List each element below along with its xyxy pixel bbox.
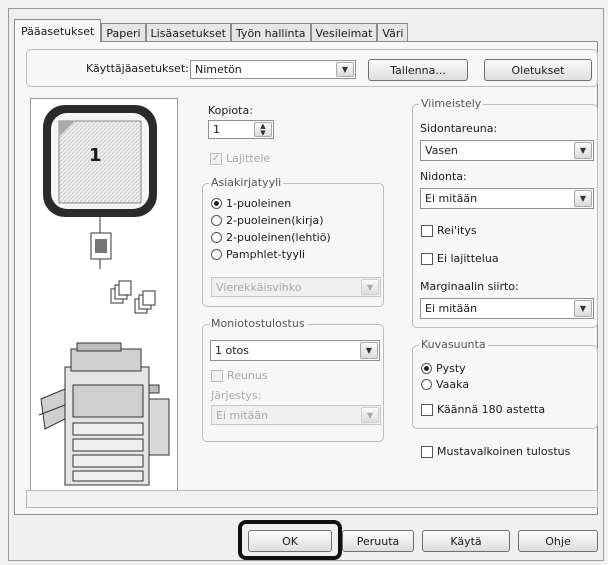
binding-edge-select[interactable]: Vasen ▼ (420, 140, 594, 161)
margin-shift-select[interactable]: Ei mitään ▼ (420, 298, 594, 319)
margin-shift-value: Ei mitään (425, 302, 478, 315)
margin-shift-label: Marginaalin siirto: (420, 280, 519, 293)
collate-label: Lajittele (226, 152, 271, 165)
defaults-button[interactable]: Oletukset (484, 59, 592, 81)
checkbox-empty-icon (211, 369, 223, 382)
radio-label: 1-puoleinen (226, 197, 292, 210)
copies-label: Kopiota: (208, 104, 253, 117)
radio-empty-icon (421, 379, 432, 390)
punch-label: Rei'itys (437, 224, 477, 237)
pages-per-sheet-value: 1 otos (215, 344, 249, 357)
no-offset-label: Ei lajittelua (437, 252, 499, 265)
finishing-group: Viimeistely (412, 97, 598, 328)
radio-label: Vaaka (436, 378, 470, 391)
radio-empty-icon (211, 215, 222, 226)
orientation-title: Kuvasuunta (419, 338, 488, 351)
pamphlet-style-value: Vierekkäisvihko (216, 280, 302, 294)
punch-checkbox[interactable]: Rei'itys (421, 224, 477, 237)
border-label: Reunus (227, 369, 268, 382)
copies-stepper[interactable]: 1 ▲ ▼ (208, 120, 274, 139)
checkbox-empty-icon (421, 403, 433, 416)
printer-preview-illustration (38, 105, 170, 486)
order-select[interactable]: Ei mitään ▼ (211, 405, 381, 425)
tab-job-handling[interactable]: Työn hallinta (230, 23, 311, 42)
radio-portrait[interactable]: Pysty (421, 362, 466, 375)
collate-checkbox[interactable]: ✓ Lajittele (210, 152, 270, 165)
chevron-down-icon[interactable]: ▼ (360, 342, 378, 359)
staple-value: Ei mitään (425, 192, 478, 205)
save-settings-button[interactable]: Tallenna... (368, 59, 468, 81)
staple-select[interactable]: Ei mitään ▼ (420, 188, 594, 209)
radio-empty-icon (211, 232, 222, 243)
preview-pane (30, 98, 178, 498)
border-checkbox[interactable]: Reunus (211, 369, 268, 382)
radio-2-sided-book[interactable]: 2-puoleinen(kirja) (211, 214, 324, 227)
tab-paper[interactable]: Paperi (101, 23, 146, 42)
checkmark-icon: ✓ (210, 152, 222, 165)
spinner-arrows-icon[interactable]: ▲ ▼ (254, 122, 272, 137)
order-value: Ei mitään (216, 408, 269, 422)
radio-label: Pysty (436, 362, 466, 375)
chevron-down-icon[interactable]: ▼ (574, 300, 592, 317)
order-label: Järjestys: (211, 389, 262, 402)
copies-value: 1 (213, 123, 220, 136)
radio-selected-icon (421, 363, 432, 374)
multi-print-title: Moniotostulostus (209, 317, 307, 330)
no-offset-checkbox[interactable]: Ei lajittelua (421, 252, 499, 265)
radio-selected-icon (211, 198, 222, 209)
chevron-down-icon[interactable]: ▼ (361, 279, 379, 295)
radio-label: 2-puoleinen(lehtiö) (226, 231, 331, 244)
user-settings-label: Käyttäjäasetukset: (86, 62, 189, 75)
radio-1-sided[interactable]: 1-puoleinen (211, 197, 291, 210)
status-bar (26, 490, 598, 508)
bw-print-label: Mustavalkoinen tulostus (437, 445, 571, 458)
chevron-down-icon[interactable]: ▼ (574, 190, 592, 207)
checkbox-empty-icon (421, 445, 433, 458)
apply-button[interactable]: Käytä (422, 530, 510, 552)
staple-label: Nidonta: (420, 170, 467, 183)
chevron-down-icon[interactable]: ▼ (574, 142, 592, 159)
chevron-down-icon[interactable]: ▼ (361, 407, 379, 423)
binding-edge-value: Vasen (425, 144, 458, 157)
checkbox-empty-icon (421, 224, 433, 237)
rotate-180-checkbox[interactable]: Käännä 180 astetta (421, 403, 545, 416)
radio-empty-icon (211, 249, 222, 260)
preview-page-number: 1 (89, 145, 102, 166)
radio-label: Pamphlet-tyyli (226, 248, 306, 261)
chevron-down-icon[interactable]: ▼ (336, 62, 354, 77)
user-settings-value: Nimetön (195, 63, 242, 76)
radio-pamphlet[interactable]: Pamphlet-tyyli (211, 248, 305, 261)
radio-2-sided-tablet[interactable]: 2-puoleinen(lehtiö) (211, 231, 331, 244)
pages-per-sheet-select[interactable]: 1 otos ▼ (210, 340, 380, 361)
pamphlet-style-select[interactable]: Vierekkäisvihko ▼ (211, 277, 381, 297)
cancel-button[interactable]: Peruuta (342, 530, 414, 552)
rotate-180-label: Käännä 180 astetta (437, 403, 546, 416)
user-settings-select[interactable]: Nimetön ▼ (190, 60, 356, 79)
binding-edge-label: Sidontareuna: (420, 122, 498, 135)
tab-advanced[interactable]: Lisäasetukset (145, 23, 231, 42)
finishing-title: Viimeistely (419, 97, 484, 110)
bw-print-checkbox[interactable]: Mustavalkoinen tulostus (421, 445, 570, 458)
radio-label: 2-puoleinen(kirja) (226, 214, 324, 227)
ok-button[interactable]: OK (248, 530, 332, 552)
tab-main[interactable]: Pääasetukset (14, 19, 102, 42)
help-button[interactable]: Ohje (518, 530, 598, 552)
document-style-title: Asiakirjatyyli (209, 176, 284, 189)
tab-watermarks[interactable]: Vesileimat (310, 23, 378, 42)
tab-color[interactable]: Väri (377, 23, 409, 42)
radio-landscape[interactable]: Vaaka (421, 378, 469, 391)
tab-strip: Pääasetukset Paperi Lisäasetukset Työn h… (14, 19, 409, 42)
checkbox-empty-icon (421, 252, 433, 265)
